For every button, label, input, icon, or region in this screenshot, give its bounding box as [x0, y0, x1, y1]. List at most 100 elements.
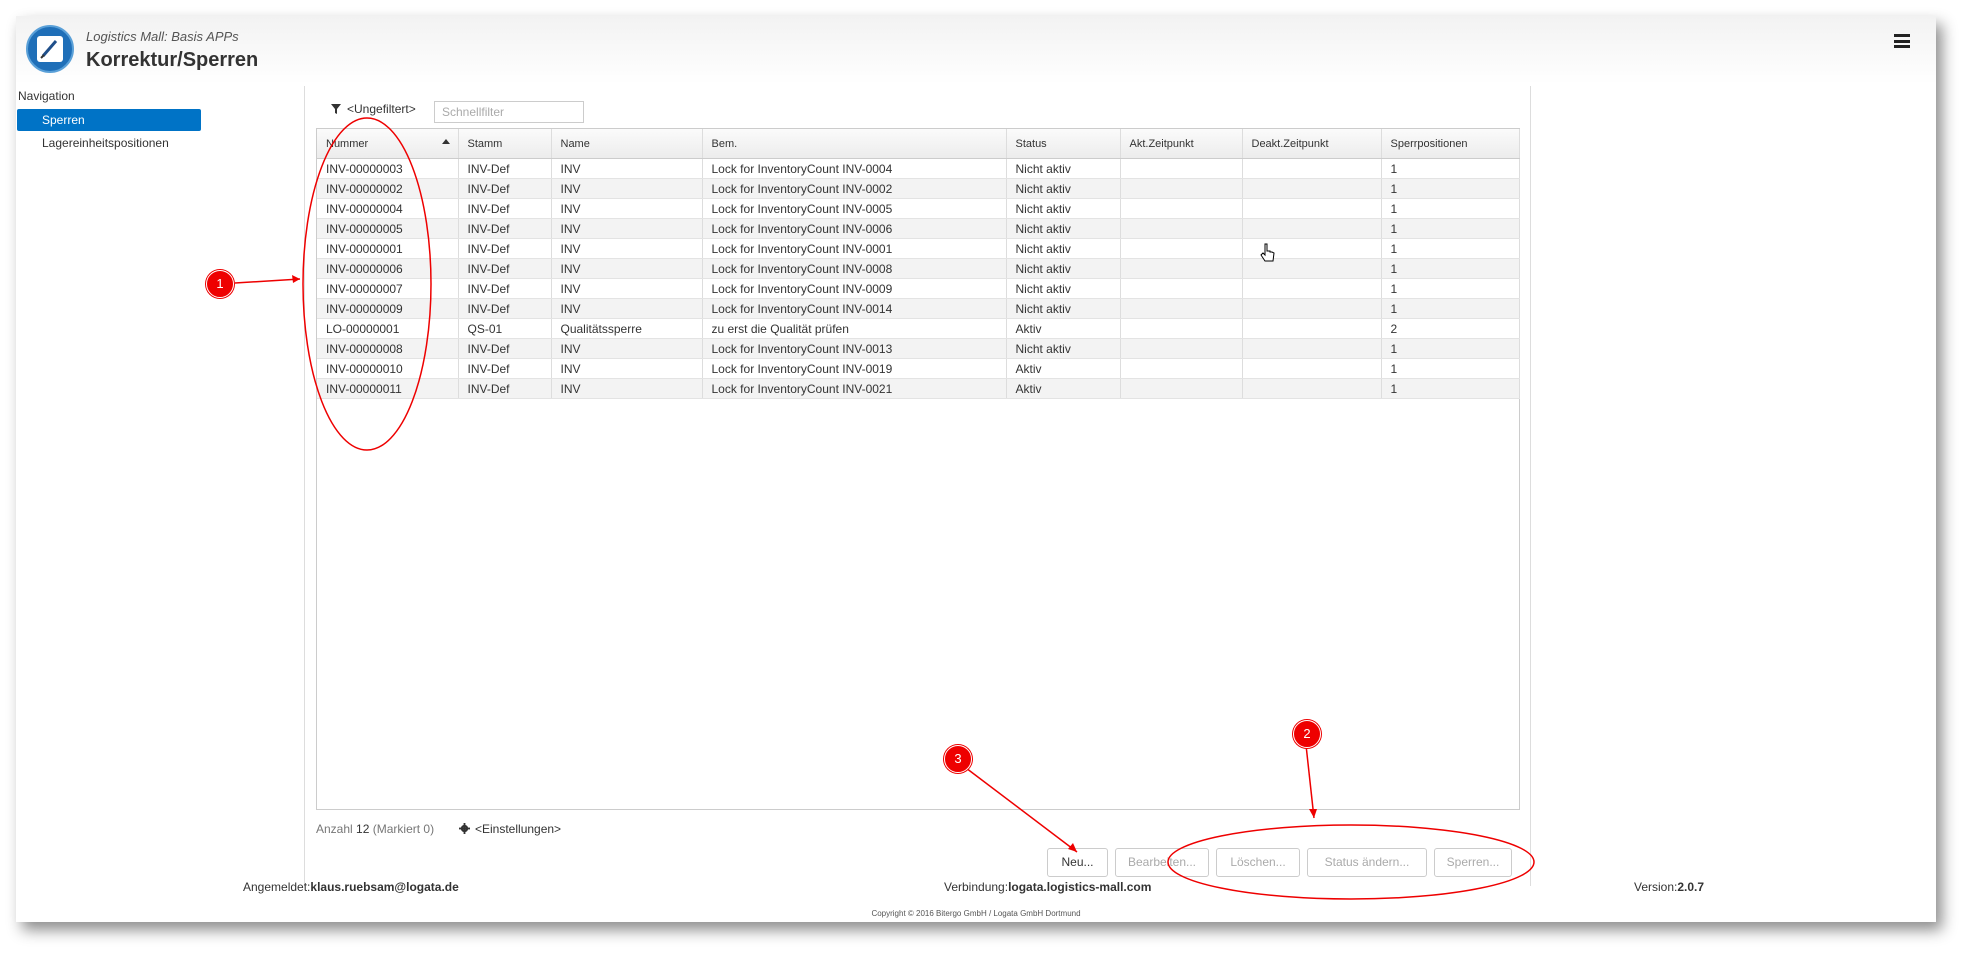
- table-row[interactable]: INV-00000005 INV-Def INV Lock for Inventory…: [317, 218, 1520, 239]
- change-status-button[interactable]: Status ändern...: [1307, 848, 1427, 877]
- table-cell: 1: [1381, 278, 1520, 299]
- table-cell: [1242, 358, 1382, 379]
- table-cell: LO-00000001: [317, 318, 459, 339]
- column-header-deakt-zeitpunkt[interactable]: Deakt.Zeitpunkt: [1242, 129, 1382, 159]
- table-cell: INV-Def: [458, 198, 552, 219]
- hamburger-menu-icon[interactable]: [1894, 34, 1910, 48]
- sidebar-item-lagereinheitspositionen[interactable]: Lagereinheitspositionen: [17, 132, 201, 154]
- table-cell: INV-Def: [458, 378, 552, 399]
- table-cell: [1120, 238, 1243, 259]
- table-cell: INV: [551, 278, 703, 299]
- connection-value: logata.logistics-mall.com: [1008, 880, 1152, 894]
- table-cell: INV-Def: [458, 158, 552, 179]
- table-cell: [1120, 298, 1243, 319]
- gear-icon[interactable]: [459, 823, 470, 834]
- table-row[interactable]: INV-00000006 INV-Def INV Lock for Inventory…: [317, 258, 1520, 279]
- table-cell: INV: [551, 238, 703, 259]
- table-cell: INV-00000005: [317, 218, 459, 239]
- table-row[interactable]: LO-00000001 QS-01 Qualitätssperre zu erst d…: [317, 318, 1520, 339]
- table-cell: [1120, 258, 1243, 279]
- table-cell: INV-00000007: [317, 278, 459, 299]
- quickfilter-input[interactable]: [434, 101, 584, 123]
- table-row[interactable]: INV-00000010 INV-Def INV Lock for Inventory…: [317, 358, 1520, 379]
- version-status: Version:2.0.7: [1634, 880, 1704, 894]
- table-cell: INV: [551, 178, 703, 199]
- table-cell: INV: [551, 338, 703, 359]
- table-cell: [1120, 278, 1243, 299]
- version-label: Version:: [1634, 880, 1678, 894]
- column-header-bem[interactable]: Bem.: [702, 129, 1007, 159]
- sort-ascending-icon: [441, 139, 450, 144]
- hand-cursor-icon: [1260, 243, 1275, 262]
- table-cell: [1120, 318, 1243, 339]
- column-header-akt-zeitpunkt[interactable]: Akt.Zeitpunkt: [1120, 129, 1243, 159]
- table-cell: 1: [1381, 378, 1520, 399]
- table-cell: QS-01: [458, 318, 552, 339]
- table-cell: INV: [551, 218, 703, 239]
- marked-count: (Markiert 0): [372, 822, 435, 836]
- table-row[interactable]: INV-00000003 INV-Def INV Lock for Inventory…: [317, 158, 1520, 179]
- table-cell: 1: [1381, 338, 1520, 359]
- annotation-callout-1: 1: [206, 270, 234, 298]
- table-cell: Lock for InventoryCount INV-0019: [702, 358, 1007, 379]
- annotation-callout-2: 2: [1293, 720, 1321, 748]
- table-row[interactable]: INV-00000008 INV-Def INV Lock for Inventory…: [317, 338, 1520, 359]
- table-cell: INV-Def: [458, 258, 552, 279]
- filter-label[interactable]: <Ungefiltert>: [347, 102, 416, 116]
- table-row[interactable]: INV-00000001 INV-Def INV Lock for Inventory…: [317, 238, 1520, 259]
- table-cell: Lock for InventoryCount INV-0013: [702, 338, 1007, 359]
- table-cell: 1: [1381, 238, 1520, 259]
- table-cell: INV-00000011: [317, 378, 459, 399]
- count-value: 12: [356, 822, 370, 836]
- table-cell: [1242, 218, 1382, 239]
- app-window: Logistics Mall: Basis APPs Korrektur/Spe…: [16, 16, 1936, 922]
- table-cell: [1242, 378, 1382, 399]
- settings-link[interactable]: <Einstellungen>: [475, 822, 561, 836]
- table-cell: Nicht aktiv: [1006, 238, 1121, 259]
- table-cell: [1120, 178, 1243, 199]
- column-header-status[interactable]: Status: [1006, 129, 1121, 159]
- app-header: Logistics Mall: Basis APPs Korrektur/Spe…: [16, 16, 1936, 84]
- table-cell: zu erst die Qualität prüfen: [702, 318, 1007, 339]
- content-divider-right: [1530, 86, 1531, 886]
- new-button[interactable]: Neu...: [1047, 848, 1108, 877]
- table-row[interactable]: INV-00000004 INV-Def INV Lock for Inventory…: [317, 198, 1520, 219]
- table-cell: Lock for InventoryCount INV-0014: [702, 298, 1007, 319]
- column-header-nummer[interactable]: Nummer: [317, 129, 459, 159]
- table-row[interactable]: INV-00000011 INV-Def INV Lock for Inventory…: [317, 378, 1520, 399]
- filter-icon[interactable]: [331, 104, 341, 114]
- table-cell: [1242, 298, 1382, 319]
- table-cell: Lock for InventoryCount INV-0002: [702, 178, 1007, 199]
- lock-button[interactable]: Sperren...: [1434, 848, 1512, 877]
- locks-table: Nummer Stamm Name Bem. Status Akt.Zeitpu…: [316, 128, 1520, 810]
- table-cell: Lock for InventoryCount INV-0008: [702, 258, 1007, 279]
- column-header-name[interactable]: Name: [551, 129, 703, 159]
- table-cell: INV-Def: [458, 238, 552, 259]
- table-cell: Nicht aktiv: [1006, 258, 1121, 279]
- connection-label: Verbindung:: [944, 880, 1009, 894]
- table-cell: 1: [1381, 218, 1520, 239]
- page-title: Korrektur/Sperren: [86, 49, 259, 71]
- column-header-sperrpositionen[interactable]: Sperrpositionen: [1381, 129, 1520, 159]
- table-cell: 1: [1381, 178, 1520, 199]
- column-header-stamm[interactable]: Stamm: [458, 129, 552, 159]
- table-row[interactable]: INV-00000002 INV-Def INV Lock for Inventory…: [317, 178, 1520, 199]
- table-cell: INV-00000008: [317, 338, 459, 359]
- table-cell: INV-00000004: [317, 198, 459, 219]
- logged-in-status: Angemeldet:klaus.ruebsam@logata.de: [243, 880, 459, 894]
- table-cell: INV: [551, 198, 703, 219]
- table-cell: INV-Def: [458, 218, 552, 239]
- table-row[interactable]: INV-00000009 INV-Def INV Lock for Inventory…: [317, 298, 1520, 319]
- edit-button[interactable]: Bearbeiten...: [1115, 848, 1209, 877]
- table-cell: INV-Def: [458, 178, 552, 199]
- table-cell: [1120, 218, 1243, 239]
- table-cell: Nicht aktiv: [1006, 198, 1121, 219]
- delete-button[interactable]: Löschen...: [1216, 848, 1300, 877]
- table-cell: Nicht aktiv: [1006, 218, 1121, 239]
- table-cell: Aktiv: [1006, 318, 1121, 339]
- table-row[interactable]: INV-00000007 INV-Def INV Lock for Inventory…: [317, 278, 1520, 299]
- table-cell: INV: [551, 258, 703, 279]
- table-header-row: Nummer Stamm Name Bem. Status Akt.Zeitpu…: [317, 129, 1520, 159]
- table-cell: INV-00000002: [317, 178, 459, 199]
- sidebar-item-sperren[interactable]: Sperren: [17, 109, 201, 131]
